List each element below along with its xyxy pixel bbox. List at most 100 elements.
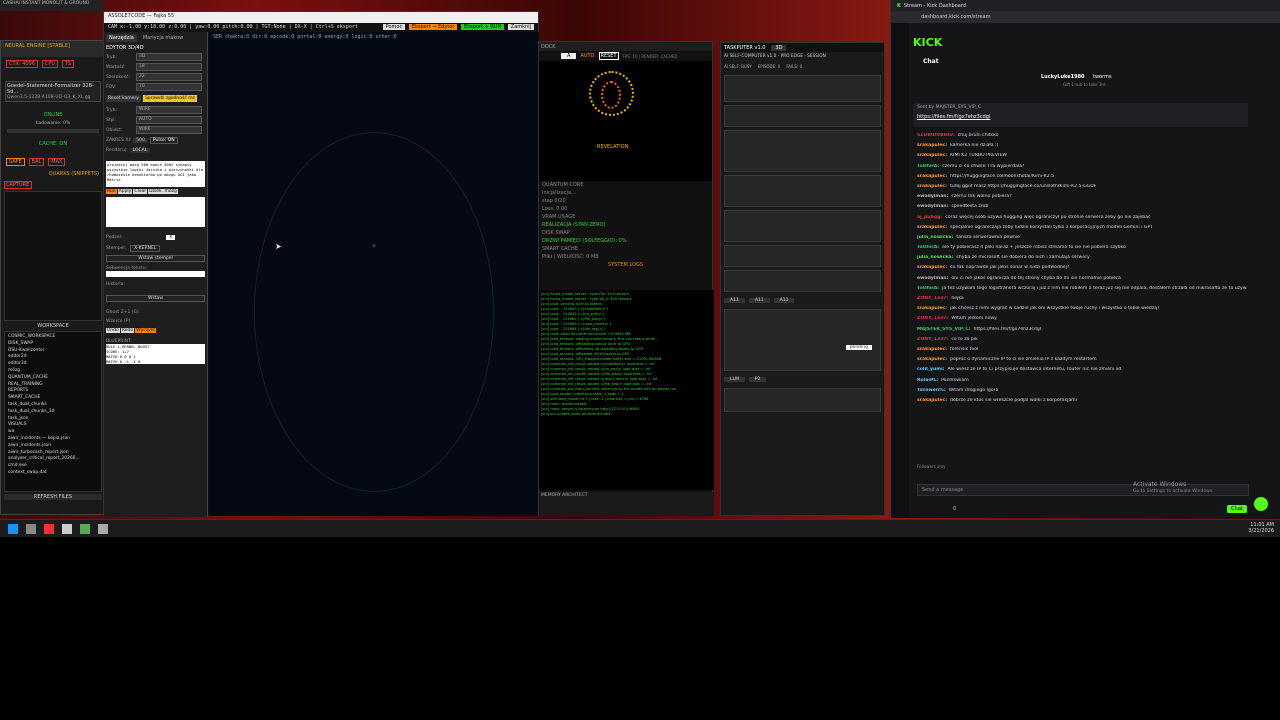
file-tree-item[interactable]: editor3d xyxy=(8,361,98,368)
chat-username[interactable]: MAJSTER_SYS_VIP_C: xyxy=(917,327,971,332)
model-name[interactable]: Goedel-Statement-Formalizer 32B-Sd... xyxy=(7,83,99,95)
chat-username[interactable]: ZONY_1337: xyxy=(917,316,948,321)
chat-username[interactable]: ewodylman: xyxy=(917,276,948,281)
file-tree-item[interactable]: aiwir_incidents — kopia.json xyxy=(8,436,98,443)
insert-button[interactable]: Wstaw xyxy=(106,295,205,302)
chat-username[interactable]: ToOhirA: xyxy=(917,164,939,169)
task-select-3[interactable]: A11 xyxy=(773,298,795,303)
text-sequence-input[interactable] xyxy=(106,271,205,277)
chat-message[interactable]: srakapulec: poproc o dynamiczne IP to ci … xyxy=(917,357,1247,362)
address-url[interactable]: dashboard.kick.com/stream xyxy=(921,14,990,20)
chat-username[interactable]: ToOhirA: xyxy=(917,286,939,291)
chat-message[interactable]: cold_yumi: Ale wiesz ze IP to Ci przypisu… xyxy=(917,367,1247,372)
patterns-checkbox[interactable]: Wzorce (P) xyxy=(106,319,205,324)
chat-message[interactable]: Tocewen%: Witam drogiego lgora xyxy=(917,388,1247,393)
chat-username[interactable]: aj_pubgg: xyxy=(917,215,942,220)
insert-stamp-button[interactable]: Wstaw stempel xyxy=(106,255,205,262)
chat-username[interactable]: Tocewen%: xyxy=(917,388,946,393)
range-field[interactable]: 500 xyxy=(133,138,148,143)
close-editor-button[interactable]: Zamknij xyxy=(507,24,534,30)
task-select-2[interactable]: A11 xyxy=(748,298,770,303)
brain-button[interactable]: Dziek. mózg xyxy=(148,189,178,194)
file-tree-item[interactable]: aiwir_incidents.json xyxy=(8,443,98,450)
chat-message[interactable]: srakapulec: https://huggingface.co/moonsh… xyxy=(917,174,1247,179)
ctx-tag[interactable]: CTX: 4096 xyxy=(6,60,38,68)
file-tree-item[interactable]: context_swap.dat xyxy=(8,470,98,477)
3d-canvas[interactable]: SER chakra:0 dir:0 epcode:0 portal:0 ene… xyxy=(209,32,539,516)
chat-username[interactable]: srakapulec: xyxy=(917,174,947,179)
apply-button[interactable]: Apply xyxy=(117,189,133,194)
chat-username[interactable]: ewodylman: xyxy=(917,204,948,209)
tab-macro[interactable]: Mariycja makow xyxy=(140,34,186,42)
kick-logo[interactable]: KICK xyxy=(913,36,942,49)
file-tree-item[interactable]: COSMIC_WORKSPACE xyxy=(8,334,98,341)
clear-all-button[interactable]: Wyczyść xyxy=(135,328,157,333)
start-icon[interactable] xyxy=(8,524,18,534)
chat-username[interactable]: srakapulec: xyxy=(917,225,947,230)
chat-username[interactable]: srakapulec: xyxy=(917,265,947,270)
mode-field[interactable]: 3D xyxy=(136,53,202,61)
chat-username[interactable]: cold_yumi: xyxy=(917,367,945,372)
blueprint-text[interactable]: RULE 1_KERNEL_BOOST SCORE: 1+7 MATCH 0 0… xyxy=(106,344,205,364)
chat-send-button[interactable]: Chat xyxy=(1227,505,1247,513)
chat-message[interactable]: srakapulec: specjalnie ograniczaja zeby l… xyxy=(917,225,1247,230)
chat-username[interactable]: ewodylman: xyxy=(917,194,948,199)
width-slider[interactable]: 22 xyxy=(136,73,202,81)
editor-app-icon[interactable] xyxy=(98,524,108,534)
chat-message[interactable]: julia_nowicka: chyba ze microsoft sie dob… xyxy=(917,255,1247,260)
redo-button[interactable]: Redo xyxy=(120,328,135,333)
chat-username[interactable]: ZONY_1337: xyxy=(917,296,948,301)
chat-message[interactable]: ZONY_1337: Witam jestem nowy xyxy=(917,316,1247,321)
chat-username[interactable]: julia_nowicka: xyxy=(917,255,953,260)
pinned-link[interactable]: https://files.fm/f/gx7ehz3cdgl xyxy=(917,114,1244,120)
chat-message[interactable]: ZONY_1337: hejka xyxy=(917,296,1247,301)
style-select[interactable]: AUTO xyxy=(136,116,202,124)
run-button[interactable]: Run xyxy=(106,189,117,194)
capture-label[interactable]: CAPTURE xyxy=(4,181,32,189)
app-icon[interactable] xyxy=(80,524,90,534)
chat-fab-icon[interactable] xyxy=(1254,497,1268,511)
chat-username[interactable]: julia_nowicka: xyxy=(917,235,953,240)
chat-username[interactable]: srakapulec: xyxy=(917,357,947,362)
chat-username[interactable]: srakapulec: xyxy=(917,306,947,311)
p2-select[interactable]: P2 xyxy=(748,377,767,382)
refresh-files-button[interactable]: REFRESH FILES xyxy=(4,494,102,500)
file-tree-item[interactable]: cmd.exe xyxy=(8,463,98,470)
file-tree-item[interactable]: wa xyxy=(8,429,98,436)
chat-username[interactable]: srakapulec: xyxy=(917,153,947,158)
address-bar[interactable]: dashboard.kick.com/stream xyxy=(891,11,1280,23)
ts-tag[interactable]: TS xyxy=(62,60,75,68)
chat-message[interactable]: srakapulec: kamerka nie działa :( xyxy=(917,143,1247,148)
llm-select[interactable]: LLM xyxy=(724,377,745,382)
task-select-1[interactable]: A11 xyxy=(724,298,745,303)
file-tree-item[interactable]: DISK_SWAP xyxy=(8,341,98,348)
render-local-select[interactable]: LOCAL xyxy=(129,148,151,153)
max-button[interactable]: MAX xyxy=(48,158,66,166)
prompt-textarea[interactable]: projektuj mózg 500 epoch 500t synapsy ws… xyxy=(106,161,205,187)
file-tree-item[interactable]: QUANTUM_CACHE xyxy=(8,375,98,382)
brush-field[interactable]: X xyxy=(166,235,176,240)
chat-message[interactable]: srakapulec: forensic tool xyxy=(917,347,1247,352)
help-button[interactable]: Pomoc xyxy=(382,24,406,30)
chat-message[interactable]: SZUBIDUBIDU: chuj bruni chitsko xyxy=(917,133,1247,138)
task-status-field[interactable]: pending xyxy=(845,345,872,350)
chat-message[interactable]: srakapulec: KIMI K2 TURBO PREVIEW xyxy=(917,153,1247,158)
chat-message[interactable]: srakapulec: tutaj gguf masz https://huggi… xyxy=(917,184,1247,189)
top-gifter-name[interactable]: LuckyLuke1980 xyxy=(1041,74,1085,80)
reset-button[interactable]: RESET xyxy=(598,52,619,60)
chat-message[interactable]: ToOhirA: ale ty pobierasz 4 pliki naraz +… xyxy=(917,245,1247,250)
value-slider[interactable]: 18 xyxy=(136,63,202,71)
file-tree-item[interactable]: task_dual_chunks xyxy=(8,402,98,409)
chat-message[interactable]: ZONY_1337: co to za pik xyxy=(917,337,1247,342)
chat-message[interactable]: ToOhirA: czemu ci co chwile TTS wypierdal… xyxy=(917,164,1247,169)
render-mode-select[interactable]: WIRE xyxy=(136,106,202,114)
ghost-checkbox[interactable]: Ghost Z+1 (G) xyxy=(106,310,205,315)
chat-message[interactable]: RolaiPL: Pozdrowiam xyxy=(917,378,1247,383)
stamp-select[interactable]: X-KERNEL xyxy=(130,245,161,252)
chat-message[interactable]: srakapulec: jak chcesz z nimi wygrać w sa… xyxy=(917,306,1247,311)
chat-username[interactable]: SZUBIDUBIDU: xyxy=(917,133,955,138)
dock-select[interactable]: A xyxy=(561,53,577,59)
clear-button[interactable]: Clear xyxy=(133,189,148,194)
chat-message[interactable]: ewodylman: speedtesta zrob xyxy=(917,204,1247,209)
explorer-icon[interactable] xyxy=(26,524,36,534)
